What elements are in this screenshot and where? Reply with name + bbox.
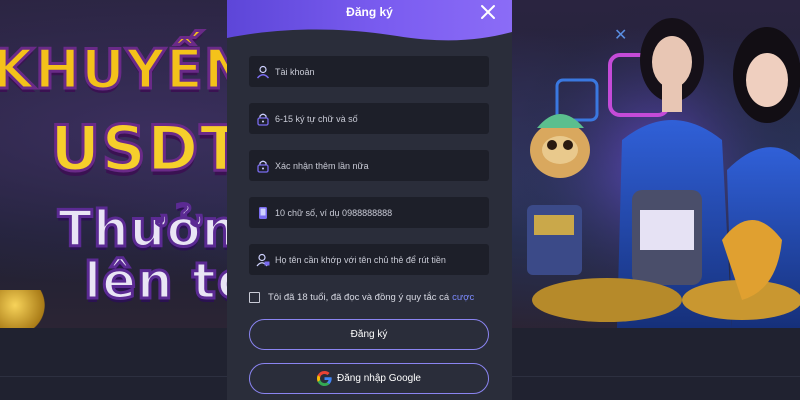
register-modal: Đăng ký Tài khoản 10 chữ số, ví dụ 09888… (227, 0, 512, 400)
terms-link[interactable]: cược (452, 292, 474, 303)
fullname-input[interactable] (275, 254, 489, 265)
user-icon (256, 65, 270, 78)
confirm-password-input[interactable] (275, 160, 489, 171)
promo-line-1: KHUYẾN (0, 37, 251, 103)
username-field[interactable] (249, 56, 489, 87)
lock-icon (257, 113, 269, 126)
password-input[interactable] (275, 113, 489, 124)
register-button[interactable]: Đăng ký (249, 319, 489, 350)
age-terms-agreement: Tôi đã 18 tuổi, đã đọc và đồng ý quy tắc… (249, 292, 509, 303)
username-input[interactable] (275, 66, 489, 77)
modal-header: Đăng ký (227, 0, 512, 46)
promo-line-2: USDT (49, 111, 244, 187)
phone-icon (259, 206, 267, 219)
google-icon (317, 371, 332, 386)
password-field[interactable] (249, 103, 489, 134)
svg-text:✕: ✕ (614, 25, 627, 44)
close-icon[interactable] (480, 4, 496, 20)
register-form (249, 56, 489, 291)
confirm-password-field[interactable] (249, 150, 489, 181)
agree-text: Tôi đã 18 tuổi, đã đọc và đồng ý quy tắc… (268, 292, 450, 303)
gold-coins-image (0, 290, 50, 328)
google-login-button[interactable]: Đăng nhập Google (249, 363, 489, 394)
google-button-label: Đăng nhập Google (337, 373, 421, 384)
fullname-field[interactable] (249, 244, 489, 275)
phone-field[interactable] (249, 197, 489, 228)
header-wave-decoration (227, 29, 512, 46)
modal-title: Đăng ký (346, 5, 393, 19)
phone-input[interactable] (275, 207, 489, 218)
promo-line-3: Thưởn (56, 199, 239, 260)
user-id-icon (256, 253, 270, 266)
register-button-label: Đăng ký (350, 329, 388, 340)
casino-mascot-artwork: ✕ (512, 0, 800, 328)
lock-icon (257, 160, 269, 173)
agree-checkbox[interactable] (249, 292, 260, 303)
